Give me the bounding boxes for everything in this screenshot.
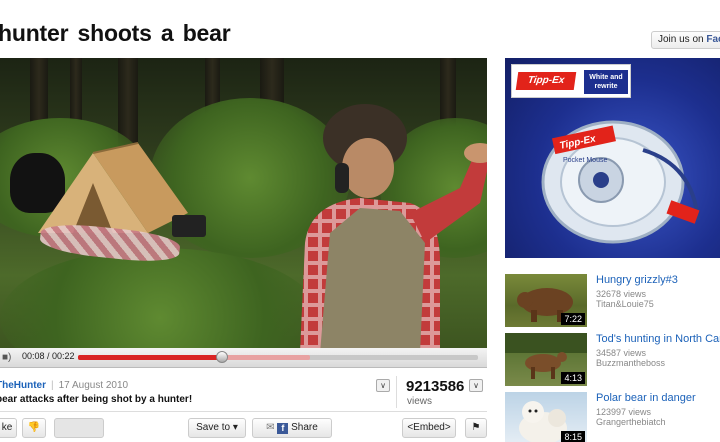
divider (0, 411, 487, 412)
related-views: 32678 views (596, 289, 647, 299)
related-author: Grangerthebiatch (596, 417, 666, 427)
embed-button[interactable]: <Embed> (402, 418, 456, 438)
chevron-down-icon: ∨ (473, 381, 479, 390)
played-bar (78, 355, 222, 360)
related-thumbnail[interactable]: 7:22 (505, 274, 587, 327)
save-to-label: Save to (196, 422, 231, 433)
view-count-label: views (407, 396, 433, 407)
rating-bar (54, 418, 104, 438)
uploader-line: TheHunter | 17 August 2010 (0, 380, 128, 391)
related-author: Buzzmantheboss (596, 358, 666, 368)
correction-tape-product: Tipp-Ex Pocket Mouse (541, 120, 700, 244)
expand-description-button[interactable]: ∨ (376, 379, 390, 392)
dislike-icon: 👎 (27, 422, 41, 433)
chevron-down-icon: ∨ (380, 381, 386, 390)
expand-stats-button[interactable]: ∨ (469, 379, 483, 392)
related-views: 34587 views (596, 348, 647, 358)
related-video[interactable]: 7:22 Hungry grizzly#3 32678 views Titan&… (505, 274, 720, 330)
like-label: ke (1, 422, 13, 433)
email-icon: ✉ (266, 422, 275, 433)
upload-date: 17 August 2010 (58, 380, 129, 391)
scrubber-handle[interactable] (216, 351, 228, 363)
video-duration: 8:15 (561, 431, 585, 442)
facebook-join-label: Join us on (658, 34, 704, 45)
dislike-button[interactable]: 👎 (22, 418, 46, 438)
video-title: hunter shoots a bear (0, 20, 231, 46)
hunter-figure (300, 104, 487, 348)
advertisement[interactable]: Tipp-Ex White and rewrite Tipp-Ex Pocket… (505, 58, 720, 258)
facebook-icon: f (277, 423, 289, 434)
facebook-brand-label: Faceb (706, 34, 720, 45)
share-button[interactable]: ✉ f Share (252, 418, 332, 438)
like-button[interactable]: ke (0, 418, 17, 438)
volume-icon[interactable]: ■​) (2, 352, 11, 363)
save-to-button[interactable]: Save to ▾ (188, 418, 246, 438)
uploader-link[interactable]: TheHunter (0, 380, 46, 391)
ad-brand-logo: Tipp-Ex (515, 72, 577, 90)
embed-label: <Embed> (407, 422, 451, 433)
video-duration: 7:22 (561, 313, 585, 325)
video-player[interactable] (0, 58, 487, 348)
related-author: Titan&Louie75 (596, 299, 654, 309)
video-duration: 4:13 (561, 372, 585, 384)
time-display: 00:08 / 00:22 (22, 351, 75, 361)
player-controls: ■​) 00:08 / 00:22 (0, 348, 487, 368)
flag-button[interactable]: ⚑ (465, 418, 487, 438)
video-description: bear attacks after being shot by a hunte… (0, 394, 193, 405)
ad-product-name: Pocket Mouse (563, 157, 607, 164)
related-title-link[interactable]: Polar bear in danger (596, 392, 696, 404)
tent (38, 142, 188, 233)
related-thumbnail[interactable]: 8:15 (505, 392, 587, 442)
related-video[interactable]: 8:15 Polar bear in danger 123997 views G… (505, 392, 720, 442)
bush (0, 248, 320, 348)
flag-icon: ⚑ (471, 422, 481, 433)
chevron-down-icon: ▾ (232, 422, 238, 433)
related-views: 123997 views (596, 407, 652, 417)
related-title-link[interactable]: Tod's hunting in North Caro (596, 333, 720, 345)
related-video[interactable]: 4:13 Tod's hunting in North Caro 34587 v… (505, 333, 720, 389)
facebook-join-button[interactable]: Join us on Faceb (651, 31, 720, 49)
ad-logo-panel: Tipp-Ex White and rewrite (511, 64, 631, 98)
related-title-link[interactable]: Hungry grizzly#3 (596, 274, 678, 286)
view-count: 9213586 (406, 378, 465, 395)
related-thumbnail[interactable]: 4:13 (505, 333, 587, 386)
divider (396, 376, 397, 408)
share-label: Share (291, 422, 318, 433)
camping-bag (172, 215, 206, 237)
ad-tagline: White and rewrite (584, 70, 628, 94)
progress-bar[interactable] (78, 351, 478, 363)
